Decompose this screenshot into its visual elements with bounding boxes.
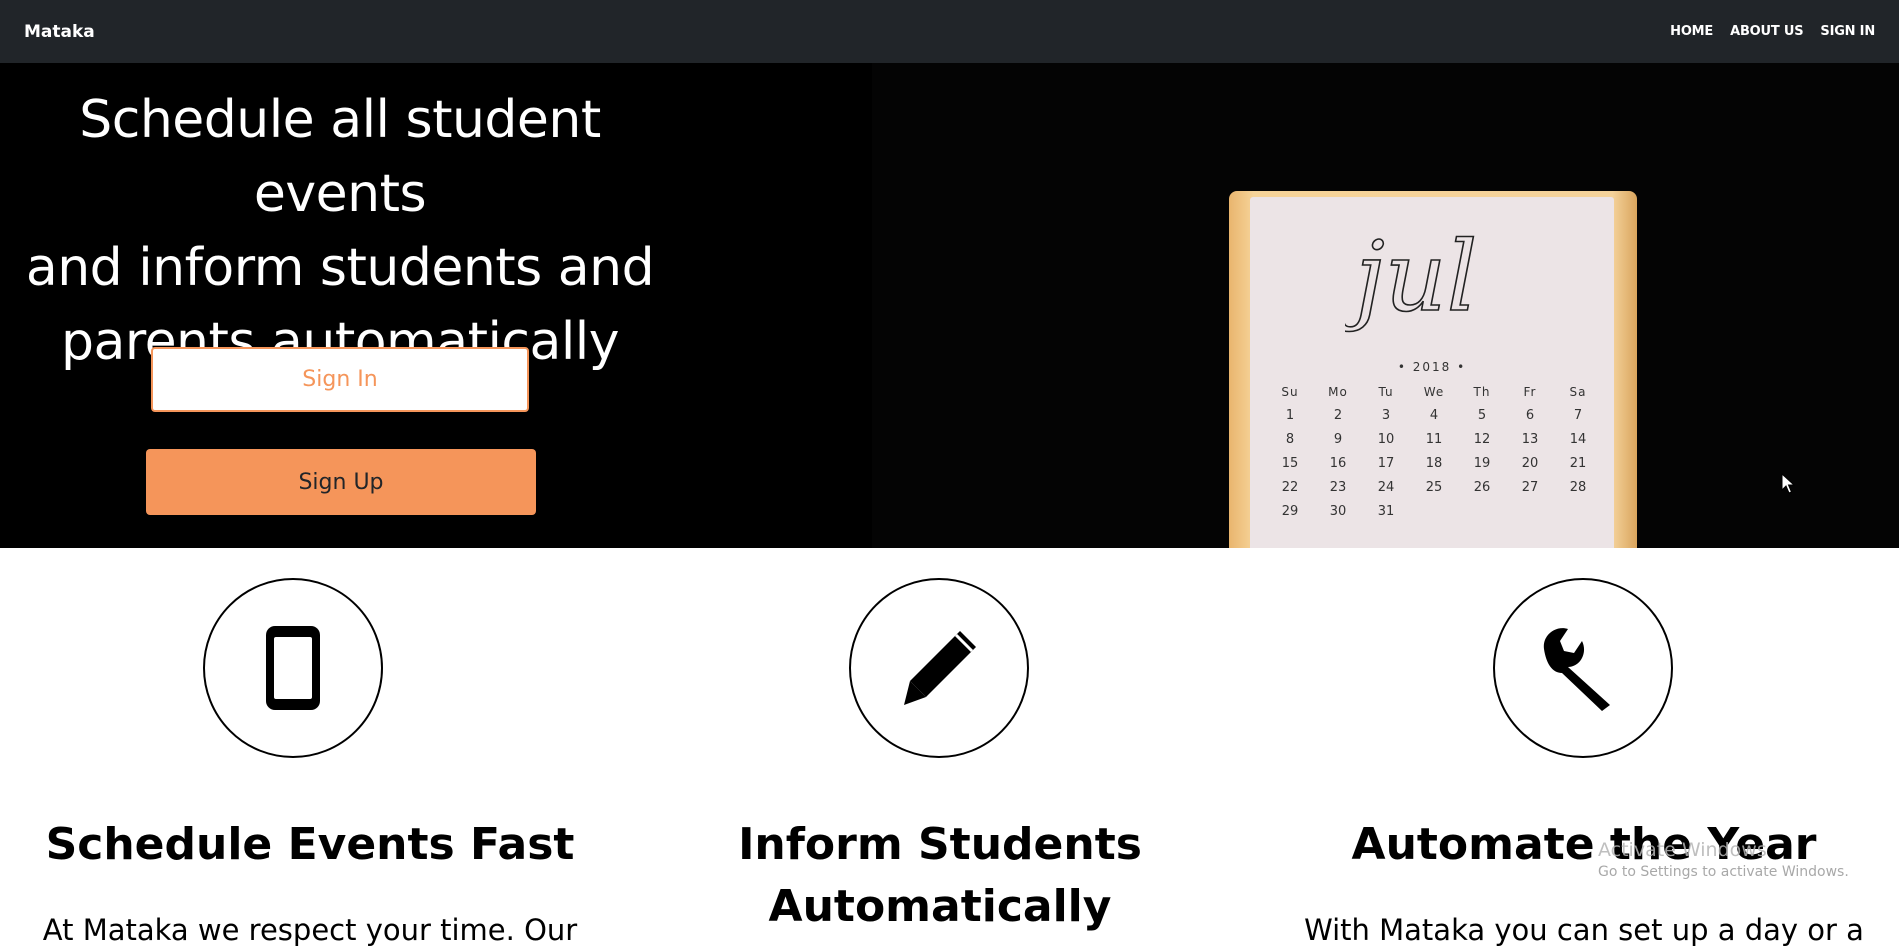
hero-title: Schedule all student events and inform s…	[0, 83, 680, 379]
svg-text:jul: jul	[1345, 221, 1477, 333]
calendar-day: 15	[1281, 456, 1299, 471]
calendar-day: 23	[1329, 480, 1347, 495]
calendar-day: 13	[1521, 432, 1539, 447]
navbar: Mataka HOME ABOUT US SIGN IN	[0, 0, 1899, 63]
mobile-phone-icon	[203, 578, 383, 758]
feature-text: At Mataka we respect your time. Our	[42, 913, 578, 947]
pencil-icon	[849, 578, 1029, 758]
calendar-day: 17	[1377, 456, 1395, 471]
calendar-day: 6	[1525, 408, 1535, 423]
calendar-day: 20	[1521, 456, 1539, 471]
calendar-year: • 2018 •	[1397, 360, 1467, 374]
calendar-day: 29	[1281, 504, 1299, 519]
calendar-day: 30	[1329, 504, 1347, 519]
calendar-day: 27	[1521, 480, 1539, 495]
calendar-day: 26	[1473, 480, 1491, 495]
nav-link-about-us[interactable]: ABOUT US	[1730, 24, 1803, 39]
wrench-icon	[1493, 578, 1673, 758]
feature-title: Inform Students Automatically	[630, 814, 1250, 938]
calendar-weekday: Fr	[1523, 385, 1537, 399]
calendar-day: 18	[1425, 456, 1443, 471]
calendar-day: 28	[1569, 480, 1587, 495]
calendar-day: 31	[1377, 504, 1395, 519]
calendar-weekday: Th	[1473, 385, 1491, 399]
calendar-weekday: Su	[1281, 385, 1299, 399]
watermark-subtitle: Go to Settings to activate Windows.	[1598, 864, 1849, 880]
calendar-day: 22	[1281, 480, 1299, 495]
hero-title-line-2: and inform students and	[25, 238, 655, 298]
feature-text: With Mataka you can set up a day or a	[1304, 913, 1864, 947]
feature-title-text: Inform Students Automatically	[738, 819, 1142, 932]
hero-title-line-1: Schedule all student events	[79, 90, 601, 224]
calendar-grid: Su Mo Tu We Th Fr Sa 1 2 3 4 5 6 7 8 9 10 11 12 13 14 15 16 17 1…	[1266, 385, 1606, 519]
calendar-day: 11	[1425, 432, 1443, 447]
feature-title: Schedule Events Fast	[45, 819, 575, 870]
calendar-day: 7	[1573, 408, 1583, 423]
hero-content: Schedule all student events and inform s…	[0, 63, 680, 548]
calendar-day: 9	[1333, 432, 1343, 447]
calendar-day: 5	[1477, 408, 1487, 423]
nav-link-home[interactable]: HOME	[1670, 24, 1713, 39]
calendar-month-script: jul	[1345, 220, 1478, 334]
calendar-day: 14	[1569, 432, 1587, 447]
sign-in-button[interactable]: Sign In	[151, 347, 529, 412]
hero-calendar-image: jul • 2018 • Su Mo Tu We Th Fr Sa 1 2 3 4 5 6 7 8 9 10 11…	[872, 63, 1899, 548]
brand-logo[interactable]: Mataka	[24, 22, 95, 42]
calendar-day: 19	[1473, 456, 1491, 471]
watermark-title: Activate Windows	[1598, 839, 1767, 861]
calendar-day: 2	[1333, 408, 1343, 423]
hero-section: Schedule all student events and inform s…	[0, 63, 1899, 548]
calendar-day: 21	[1569, 456, 1587, 471]
calendar-day: 12	[1473, 432, 1491, 447]
calendar-day: 4	[1429, 408, 1439, 423]
windows-activation-watermark: Activate Windows Go to Settings to activ…	[1598, 839, 1849, 883]
calendar-day: 24	[1377, 480, 1395, 495]
calendar-day: 10	[1377, 432, 1395, 447]
calendar-weekday: Mo	[1328, 385, 1348, 399]
calendar-day: 8	[1285, 432, 1295, 447]
calendar-weekday: We	[1423, 385, 1445, 399]
calendar-weekday: Sa	[1569, 385, 1587, 399]
calendar-day: 1	[1285, 408, 1295, 423]
nav-links: HOME ABOUT US SIGN IN	[1670, 24, 1875, 39]
sign-up-button[interactable]: Sign Up	[146, 449, 536, 515]
calendar-card: jul • 2018 • Su Mo Tu We Th Fr Sa 1 2 3 4 5 6 7 8 9 10 11…	[1250, 197, 1614, 548]
calendar-weekday: Tu	[1378, 385, 1394, 399]
calendar-day: 3	[1381, 408, 1391, 423]
mouse-cursor-icon	[1781, 473, 1795, 494]
calendar-day: 16	[1329, 456, 1347, 471]
calendar-day: 25	[1425, 480, 1443, 495]
nav-link-sign-in[interactable]: SIGN IN	[1820, 24, 1875, 39]
